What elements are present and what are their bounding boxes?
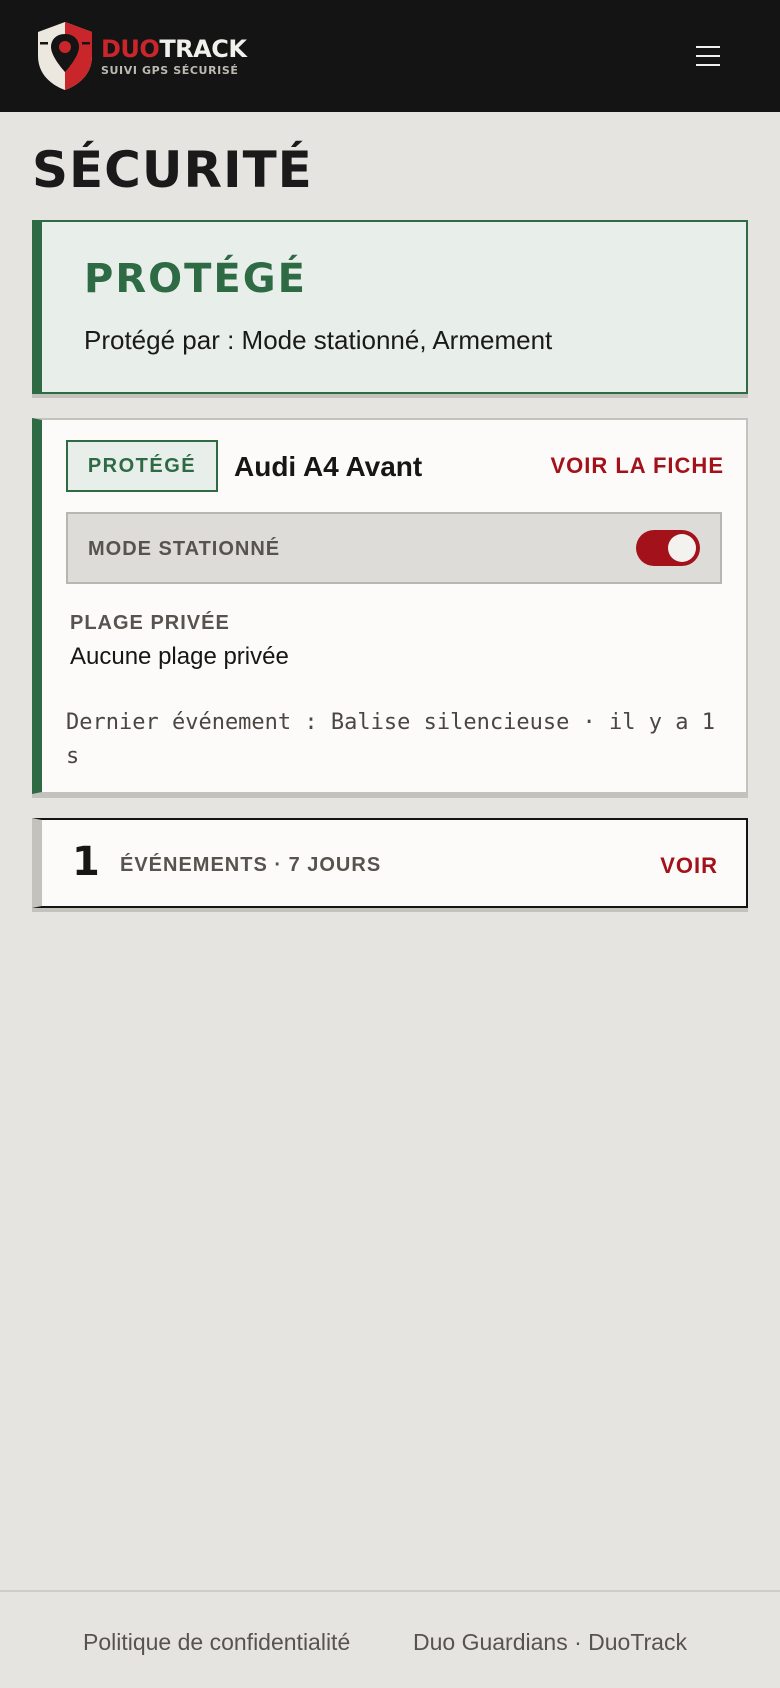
privacy-range-value: Aucune plage privée — [70, 643, 289, 670]
parked-mode-label: MODE STATIONNÉ — [88, 538, 281, 560]
brand-name-primary: DUO — [101, 35, 160, 63]
page-title: SÉCURITÉ — [32, 141, 313, 199]
privacy-range-label: PLAGE PRIVÉE — [70, 612, 230, 634]
privacy-policy-link[interactable]: Politique de confidentialité — [83, 1628, 350, 1656]
events-count: 1 — [72, 839, 100, 885]
brand-tagline: SUIVI GPS SÉCURISÉ — [101, 64, 239, 77]
last-event-text: Dernier événement : Balise silencieuse ·… — [66, 710, 716, 769]
vehicle-name: Audi A4 Avant — [234, 451, 423, 482]
status-description: Protégé par : Mode stationné, Armement — [84, 325, 553, 355]
events-summary-card[interactable]: 1 ÉVÉNEMENTS · 7 JOURS VOIR — [32, 818, 748, 908]
brand-name: DUOTRACK — [101, 35, 247, 63]
toggle-knob — [668, 534, 696, 562]
hamburger-menu-icon[interactable] — [690, 38, 726, 74]
status-title: PROTÉGÉ — [84, 256, 307, 302]
brand-name-secondary: TRACK — [159, 35, 247, 63]
parked-mode-row: MODE STATIONNÉ — [66, 512, 722, 584]
status-badge: PROTÉGÉ — [66, 440, 218, 492]
footer-credit: Duo Guardians · DuoTrack — [413, 1629, 687, 1655]
shield-location-pin-icon[interactable] — [36, 20, 94, 92]
view-vehicle-link[interactable]: VOIR LA FICHE — [550, 452, 724, 480]
security-status-panel: PROTÉGÉ Protégé par : Mode stationné, Ar… — [32, 220, 748, 394]
vehicle-card: PROTÉGÉ Audi A4 Avant VOIR LA FICHE MODE… — [32, 418, 748, 794]
footer: Politique de confidentialité Duo Guardia… — [0, 1590, 780, 1688]
brand: DUOTRACK SUIVI GPS SÉCURISÉ — [101, 35, 247, 77]
parked-mode-toggle[interactable] — [636, 530, 700, 566]
top-bar: DUOTRACK SUIVI GPS SÉCURISÉ — [0, 0, 780, 112]
events-label: ÉVÉNEMENTS · 7 JOURS — [120, 854, 382, 876]
view-events-link[interactable]: VOIR — [660, 852, 718, 880]
